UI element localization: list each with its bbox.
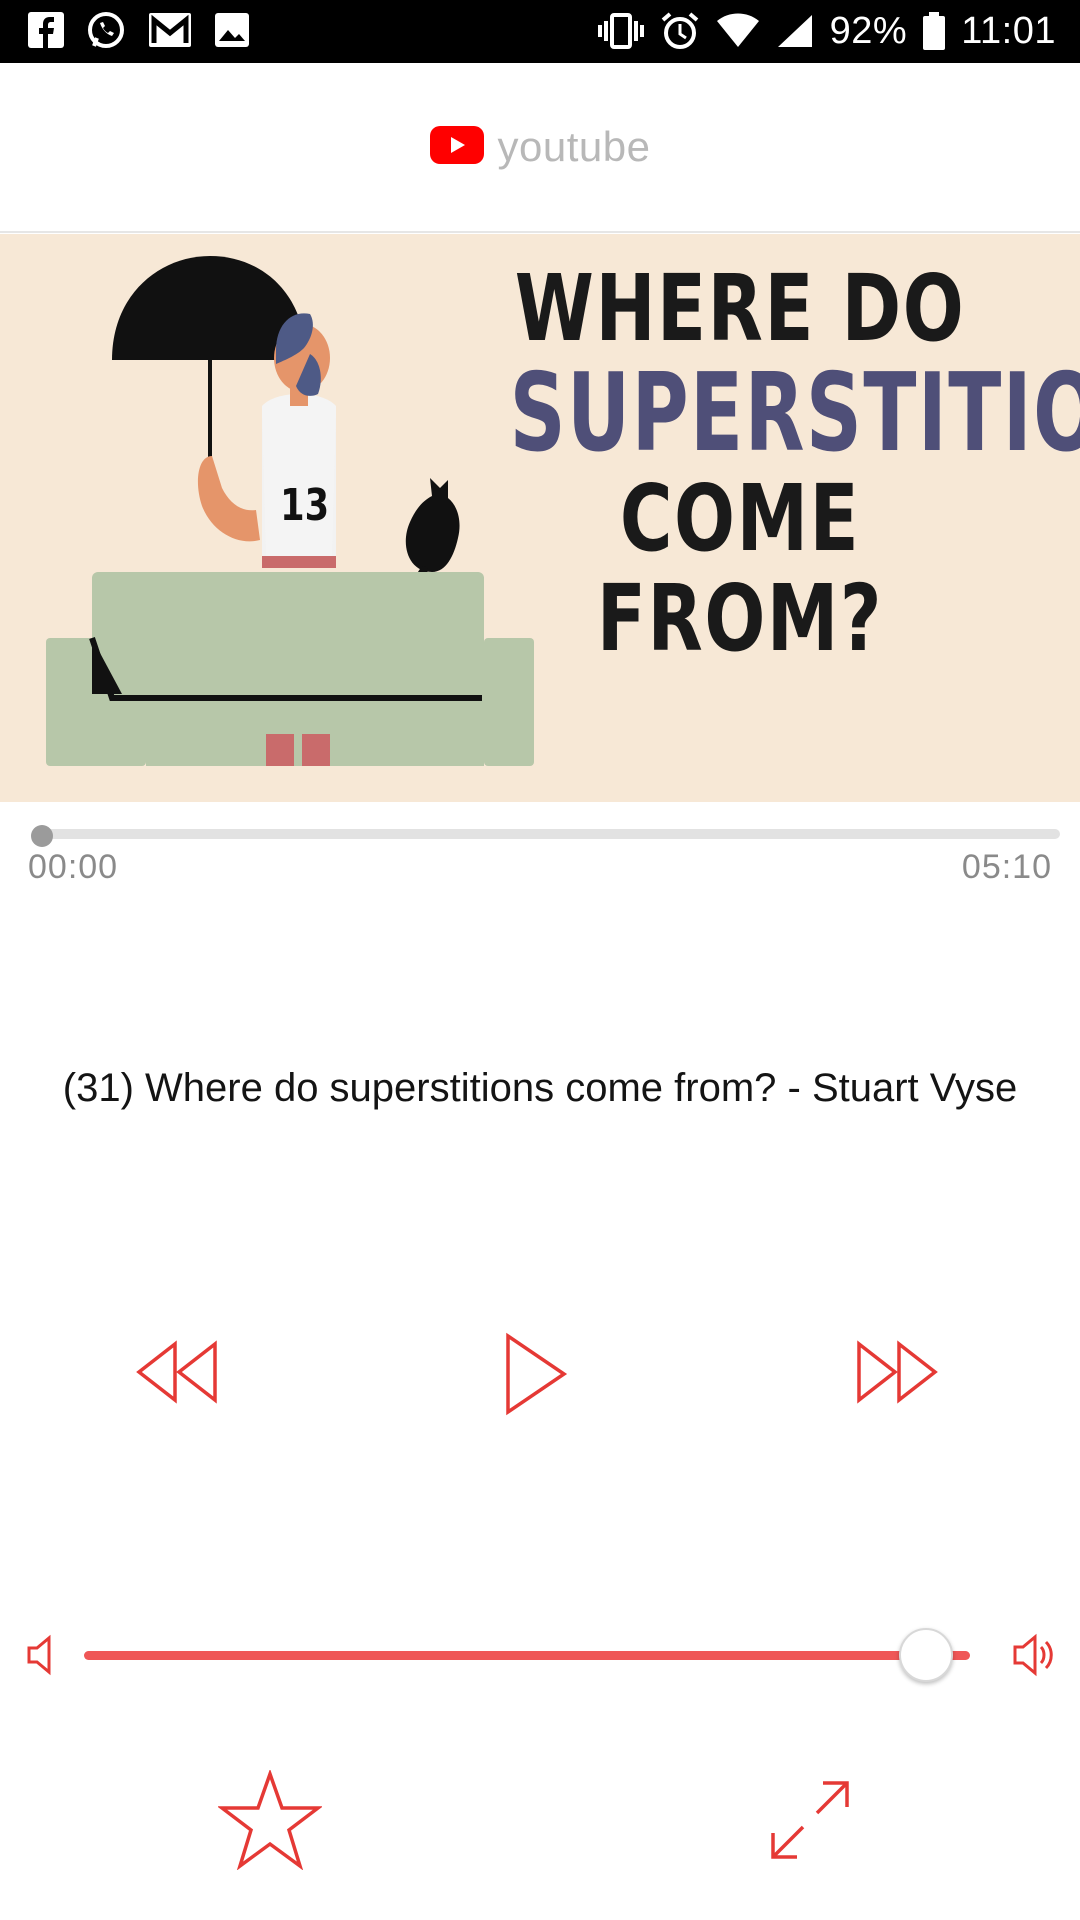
status-bar: 92% 11:01 <box>0 0 1080 63</box>
rewind-icon <box>136 1340 217 1404</box>
progress-handle[interactable] <box>31 825 53 847</box>
gmail-icon <box>148 12 192 48</box>
shirt-number: 13 <box>280 480 330 531</box>
facebook-icon <box>28 12 64 48</box>
rewind-button[interactable] <box>135 1340 219 1404</box>
headline-line-1: WHERE DO <box>514 255 966 362</box>
clock: 11:01 <box>961 9 1056 52</box>
volume-slider[interactable] <box>84 1651 970 1660</box>
volume-high-icon[interactable] <box>1012 1632 1058 1683</box>
youtube-logo-icon <box>429 125 484 169</box>
progress-track[interactable] <box>40 829 1060 839</box>
favorite-button[interactable] <box>218 1770 322 1870</box>
battery-icon <box>923 12 946 50</box>
play-icon <box>506 1332 568 1416</box>
volume-handle[interactable] <box>898 1628 953 1682</box>
expand-button[interactable] <box>765 1775 855 1865</box>
fast-forward-button[interactable] <box>855 1340 939 1404</box>
play-button[interactable] <box>502 1332 568 1416</box>
brand-text: youtube <box>497 123 651 170</box>
whatsapp-icon <box>86 10 126 50</box>
app-header: youtube <box>0 63 1080 233</box>
video-thumbnail[interactable]: 13 WHERE DO SUPERSTITIONS COME FROM? <box>0 234 1080 802</box>
vibrate-icon <box>597 13 644 49</box>
current-time: 00:00 <box>28 848 119 886</box>
expand-icon <box>771 1781 849 1859</box>
battery-percent: 92% <box>829 9 908 52</box>
thumbnail-headline: WHERE DO SUPERSTITIONS COME FROM? <box>420 255 1080 672</box>
video-title: (31) Where do superstitions come from? -… <box>62 1066 1018 1110</box>
wifi-icon <box>716 13 760 49</box>
headline-line-3: COME FROM? <box>596 465 884 672</box>
star-icon <box>218 1770 322 1870</box>
signal-icon <box>776 13 814 49</box>
fast-forward-icon <box>857 1340 938 1404</box>
duration: 05:10 <box>961 848 1052 886</box>
alarm-icon <box>660 11 700 51</box>
volume-low-icon[interactable] <box>26 1634 60 1681</box>
headline-line-2: SUPERSTITIONS <box>509 351 1080 476</box>
gallery-icon <box>214 12 250 48</box>
source-brand: youtube <box>0 123 1080 171</box>
